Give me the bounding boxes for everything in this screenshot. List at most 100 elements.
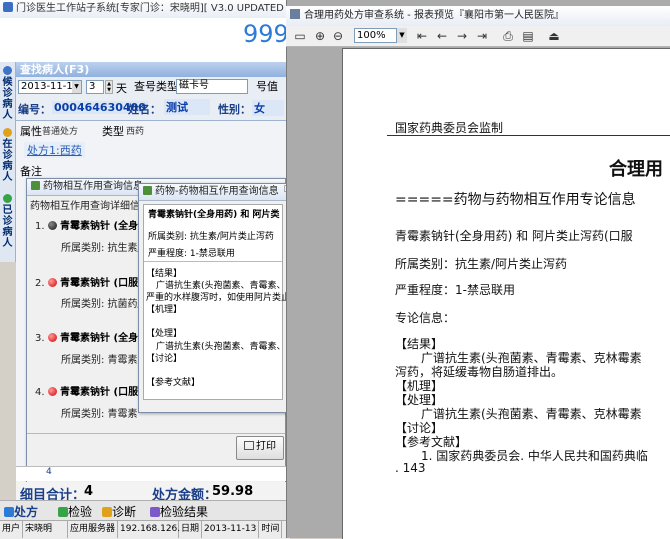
- tab-label: 检验结果: [160, 505, 209, 519]
- item-category: 所属类别: 青霉素: [61, 409, 138, 420]
- report-monograph-label: 专论信息：: [395, 311, 456, 325]
- finished-icon: [3, 194, 12, 203]
- banner-number: 999: [243, 20, 289, 48]
- dialog-icon: [31, 181, 40, 190]
- item-number: 1.: [35, 221, 45, 232]
- tab-label: 检验: [68, 505, 93, 519]
- tab-prescription[interactable]: 处方: [4, 503, 38, 520]
- preview-title-bar[interactable]: 合理用药处方审查系统 - 报表预览『襄阳市第一人民医院』: [286, 6, 670, 26]
- zoom-out-icon[interactable]: ⊖: [330, 28, 346, 44]
- status-bar: 用户 宋晓明 应用服务器 192.168.126.日期 2013-11-13 时间: [0, 520, 290, 539]
- report-reference-2: . 143: [395, 461, 426, 475]
- severity-red-icon: [48, 333, 58, 342]
- tab-waiting-patients[interactable]: 候诊病人: [1, 66, 14, 121]
- app-icon: [3, 2, 13, 12]
- date-value: 2013-11-13: [21, 81, 80, 92]
- preview-app-icon: [290, 9, 300, 19]
- prescription-icon: [4, 507, 14, 517]
- tab-label: 已诊病人: [2, 205, 13, 249]
- tab-label: 候诊病人: [2, 77, 13, 121]
- item-category: 所属类别: 抗菌药/: [61, 299, 141, 310]
- interaction-dialog-title: 药物相互作用查询信息: [43, 181, 143, 192]
- zoom-in-icon[interactable]: ⊕: [312, 28, 328, 44]
- item-category: 所属类别: 抗生素/: [61, 243, 141, 254]
- number-type-select[interactable]: 磁卡号: [176, 79, 248, 94]
- tab-label: 处方: [14, 505, 39, 519]
- fit-page-icon[interactable]: ▭: [292, 28, 308, 44]
- number-value-input[interactable]: [256, 92, 284, 100]
- detail-severity: 严重程度: 1-禁忌联用: [148, 249, 235, 259]
- report-org: 国家药典委员会监制: [395, 121, 504, 135]
- status-time-label: 时间: [259, 521, 283, 538]
- detail-category: 所属类别: 抗生素/阿片类止泻药: [148, 232, 274, 242]
- main-window-title: 门诊医生工作站子系统[专家门诊：宋晓明][ V3.0 UPDATED IN 20…: [16, 3, 330, 14]
- item-title: 青霉素钠针 (口服: [60, 278, 139, 289]
- detail-dialog-title-bar[interactable]: 药物-药物相互作用查询信息『襄: [139, 184, 287, 201]
- interaction-item-2[interactable]: 2. 青霉素钠针 (口服: [35, 274, 138, 289]
- bottom-tabs: 处方 检验 诊断 检验结果: [0, 500, 290, 521]
- tab-label: 在诊病人: [2, 139, 13, 183]
- report-header-rule: [387, 135, 670, 136]
- last-page-icon[interactable]: ⇥: [474, 28, 490, 44]
- detail-heading: 青霉素钠针(全身用药) 和 阿片类: [148, 210, 280, 220]
- interaction-item-4[interactable]: 4. 青霉素钠针 (口服: [35, 383, 138, 398]
- days-input[interactable]: 3: [86, 80, 104, 94]
- status-user-value: 宋晓明: [23, 521, 69, 538]
- days-stepper-icon[interactable]: ▲ ▼: [105, 80, 113, 94]
- interaction-detail-dialog: 药物-药物相互作用查询信息『襄 青霉素钠针(全身用药) 和 阿片类 所属类别: …: [138, 183, 290, 413]
- date-dropdown-icon[interactable]: ▼: [72, 81, 81, 93]
- attribute-label: 属性: [20, 125, 42, 138]
- first-page-icon[interactable]: ⇤: [414, 28, 430, 44]
- status-date-value: 2013-11-13: [202, 521, 260, 538]
- tab-lab-test[interactable]: 检验: [58, 503, 92, 520]
- interaction-item-1[interactable]: 1. 青霉素钠针 (全身用: [35, 217, 148, 232]
- status-user-label: 用户: [0, 521, 24, 538]
- report-heading: 合理用: [609, 159, 663, 180]
- tab-lab-results[interactable]: 检验结果: [150, 503, 208, 520]
- severity-red-icon: [48, 387, 58, 396]
- days-value: 3: [89, 81, 96, 92]
- report-severity-line: 严重程度：1-禁忌联用: [395, 283, 515, 297]
- detail-discussion-head: 【讨论】: [146, 354, 183, 364]
- dialog-icon: [143, 186, 152, 195]
- print-icon[interactable]: ⎙: [500, 28, 516, 44]
- severity-red-icon: [48, 278, 58, 287]
- prev-page-icon[interactable]: ←: [434, 28, 450, 44]
- type-label: 类型: [102, 125, 124, 138]
- patient-name-value: 测试: [164, 99, 210, 115]
- report-subheading: =====药物与药物相互作用专论信息: [395, 192, 636, 208]
- tab-in-consult-patients[interactable]: 在诊病人: [1, 128, 14, 183]
- tab-prescription-1[interactable]: 处方1:西药: [24, 142, 85, 158]
- detail-reference-head: 【参考文献】: [146, 378, 201, 388]
- item-number: 2.: [35, 278, 45, 289]
- print-button[interactable]: 打印: [236, 436, 284, 460]
- item-title: 青霉素钠针 (全身用: [60, 333, 149, 344]
- item-category: 所属类别: 青霉素: [61, 355, 138, 366]
- tab-finished-patients[interactable]: 已诊病人: [1, 194, 14, 249]
- detail-total-value: 4: [84, 484, 94, 499]
- status-date-label: 日期: [179, 521, 203, 538]
- totals-row: 细目合计： 4 处方金额： 59.98: [16, 482, 286, 503]
- exit-preview-icon[interactable]: ⏏: [546, 28, 562, 44]
- attribute-value: 普通处方: [42, 127, 79, 137]
- detail-handling-head: 【处理】: [146, 329, 183, 339]
- number-type-value: 磁卡号: [179, 80, 209, 91]
- detail-text-box: 青霉素钠针(全身用药) 和 阿片类 所属类别: 抗生素/阿片类止泻药 严重程度:…: [143, 204, 290, 400]
- consult-icon: [3, 128, 12, 137]
- search-header: 查找病人(F3): [16, 62, 286, 77]
- report-handling-1: 广谱抗生素(头孢菌素、青霉素、克林霉素: [421, 407, 642, 421]
- lab-icon: [58, 507, 68, 517]
- zoom-dropdown-icon[interactable]: ▼: [396, 28, 407, 43]
- report-category-line: 所属类别：抗生素/阿片类止泻药: [395, 257, 568, 271]
- page-setup-icon[interactable]: ▤: [520, 28, 536, 44]
- interaction-item-3[interactable]: 3. 青霉素钠针 (全身用: [35, 329, 148, 344]
- status-server-label: 应用服务器: [68, 521, 119, 538]
- item-title: 青霉素钠针 (全身用: [60, 221, 149, 232]
- amount-value: 59.98: [212, 484, 254, 499]
- next-page-icon[interactable]: →: [454, 28, 470, 44]
- report-reference-1: 1. 国家药典委员会. 中华人民共和国药典临: [421, 449, 648, 463]
- row-number: 4: [46, 467, 52, 477]
- diagnosis-icon: [102, 507, 112, 517]
- tab-diagnosis[interactable]: 诊断: [102, 503, 136, 520]
- report-drug-line: 青霉素钠针(全身用药) 和 阿片类止泻药(口服: [395, 229, 633, 243]
